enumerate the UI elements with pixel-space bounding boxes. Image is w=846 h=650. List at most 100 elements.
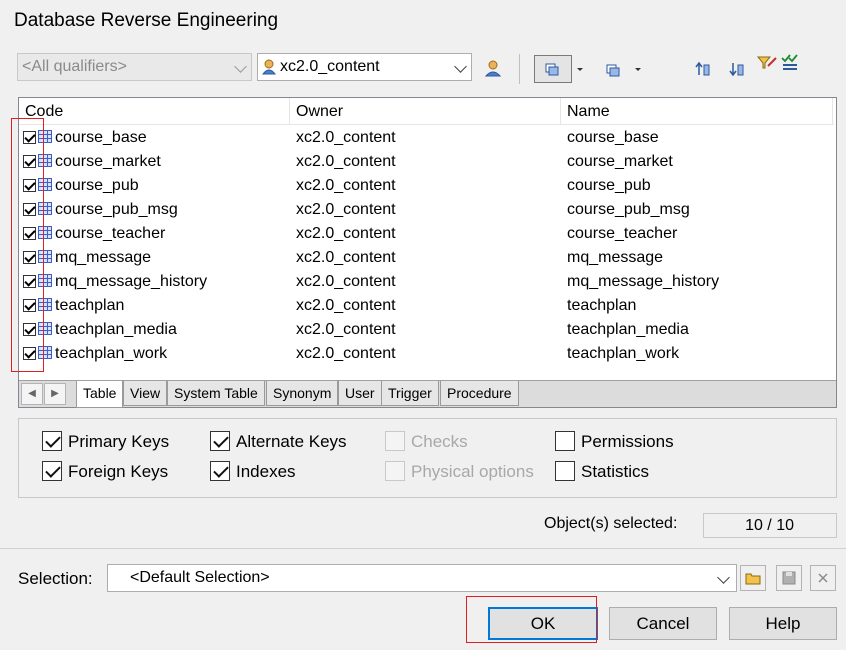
object-type-tabbar: ◀ ▶ Table View System Table Synonym User…: [19, 380, 836, 408]
selection-label: Selection:: [18, 569, 93, 588]
checks-checkbox: [385, 431, 405, 451]
table-row[interactable]: course_pub xc2.0_content course_pub: [19, 174, 834, 198]
primary-keys-checkbox[interactable]: [42, 431, 62, 451]
name-cell: course_market: [567, 153, 673, 170]
chevron-down-icon: [717, 571, 730, 584]
alternate-keys-label: Alternate Keys: [236, 432, 347, 451]
owner-cell: xc2.0_content: [296, 321, 396, 338]
header-divider: [19, 124, 834, 125]
code-cell: teachplan: [55, 297, 125, 314]
table-row[interactable]: course_market xc2.0_content course_market: [19, 150, 834, 174]
permissions-checkbox[interactable]: [555, 431, 575, 451]
check-all-button[interactable]: [779, 52, 805, 78]
caret-down-icon: [577, 68, 583, 71]
owner-cell: xc2.0_content: [296, 273, 396, 290]
code-cell: course_market: [55, 153, 161, 170]
caret-down-icon: [635, 68, 641, 71]
code-cell: course_pub: [55, 177, 139, 194]
column-header-owner[interactable]: Owner: [290, 98, 561, 124]
column-header-code[interactable]: Code: [19, 98, 290, 124]
check-all-icon: [781, 54, 798, 70]
table-row[interactable]: mq_message xc2.0_content mq_message: [19, 246, 834, 270]
open-selection-button[interactable]: [740, 565, 766, 591]
qualifier-dropdown: <All qualifiers>: [17, 53, 252, 81]
name-cell: course_teacher: [567, 225, 678, 242]
foreign-keys-checkbox[interactable]: [42, 461, 62, 481]
table-row[interactable]: course_base xc2.0_content course_base: [19, 126, 834, 150]
selection-dropdown[interactable]: <Default Selection>: [107, 564, 737, 592]
options-panel: Primary Keys Foreign Keys Alternate Keys…: [18, 418, 837, 498]
owner-icon: [484, 60, 502, 77]
separator: [0, 548, 846, 549]
delete-selection-button: [810, 565, 836, 591]
dialog-title: Database Reverse Engineering: [14, 10, 279, 31]
name-cell: teachplan_media: [567, 321, 689, 338]
move-up-button[interactable]: [690, 56, 716, 82]
user-icon: [262, 59, 276, 75]
move-down-icon: [729, 63, 744, 77]
owner-cell: xc2.0_content: [296, 249, 396, 266]
filter-button[interactable]: [754, 52, 780, 78]
owner-dropdown[interactable]: xc2.0_content: [257, 53, 472, 81]
foreign-keys-label: Foreign Keys: [68, 462, 169, 481]
table-row[interactable]: mq_message_history xc2.0_content mq_messag…: [19, 270, 834, 294]
owner-cell: xc2.0_content: [296, 297, 396, 314]
deselect-all-button[interactable]: [600, 56, 626, 82]
select-owner-button[interactable]: [480, 56, 506, 82]
statistics-checkbox[interactable]: [555, 461, 575, 481]
name-cell: course_pub_msg: [567, 201, 690, 218]
save-selection-button: [776, 565, 802, 591]
checks-label: Checks: [411, 432, 468, 451]
name-cell: mq_message_history: [567, 273, 720, 290]
owner-cell: xc2.0_content: [296, 345, 396, 362]
select-dropdown-button[interactable]: [574, 56, 588, 82]
alternate-keys-checkbox[interactable]: [210, 431, 230, 451]
owner-cell: xc2.0_content: [296, 129, 396, 146]
primary-keys-label: Primary Keys: [68, 432, 170, 451]
table-row[interactable]: teachplan xc2.0_content teachplan: [19, 294, 834, 318]
statistics-label: Statistics: [581, 462, 650, 481]
owner-cell: xc2.0_content: [296, 177, 396, 194]
select-all-button[interactable]: [534, 55, 572, 83]
filter-icon: [756, 56, 777, 69]
tab-scroll-left-button[interactable]: ◀: [21, 383, 43, 405]
tab-procedure[interactable]: Procedure: [440, 381, 519, 406]
help-button[interactable]: Help: [729, 607, 837, 640]
tab-table[interactable]: Table: [76, 381, 124, 408]
owner-cell: xc2.0_content: [296, 201, 396, 218]
close-icon: [818, 573, 828, 583]
table-row[interactable]: course_teacher xc2.0_content course_teache…: [19, 222, 834, 246]
table-row[interactable]: teachplan_media xc2.0_content teachplan_me…: [19, 318, 834, 342]
highlight-box-checkboxes: [11, 118, 44, 372]
cancel-button[interactable]: Cancel: [609, 607, 717, 640]
code-cell: teachplan_media: [55, 321, 177, 338]
code-cell: course_base: [55, 129, 147, 146]
save-icon: [782, 571, 796, 585]
indexes-checkbox[interactable]: [210, 461, 230, 481]
deselect-dropdown-button[interactable]: [632, 56, 646, 82]
name-cell: mq_message: [567, 249, 664, 266]
move-up-icon: [695, 61, 710, 76]
table-row[interactable]: course_pub_msg xc2.0_content course_pub_ms…: [19, 198, 834, 222]
table-row[interactable]: teachplan_work xc2.0_content teachplan_wor…: [19, 342, 834, 366]
tab-view[interactable]: View: [123, 381, 168, 406]
deselect-all-icon: [606, 64, 620, 77]
move-down-button[interactable]: [724, 56, 750, 82]
tab-synonym[interactable]: Synonym: [266, 381, 339, 406]
name-cell: course_base: [567, 129, 659, 146]
tab-scroll-right-button[interactable]: ▶: [44, 383, 66, 405]
highlight-box-ok: [466, 596, 597, 643]
tab-trigger[interactable]: Trigger: [381, 381, 439, 406]
tab-user[interactable]: User: [338, 381, 382, 406]
objects-selected-label: Object(s) selected:: [544, 515, 678, 532]
column-header-name[interactable]: Name: [561, 98, 833, 124]
owner-cell: xc2.0_content: [296, 153, 396, 170]
object-list: Code Owner Name course_base xc2.0_content…: [18, 97, 837, 408]
code-cell: course_pub_msg: [55, 201, 178, 218]
name-cell: teachplan_work: [567, 345, 680, 362]
code-cell: mq_message_history: [55, 273, 208, 290]
folder-icon: [745, 573, 761, 585]
chevron-down-icon: [234, 60, 247, 73]
objects-selected-value: 10 / 10: [703, 513, 837, 538]
tab-system-table[interactable]: System Table: [167, 381, 265, 406]
